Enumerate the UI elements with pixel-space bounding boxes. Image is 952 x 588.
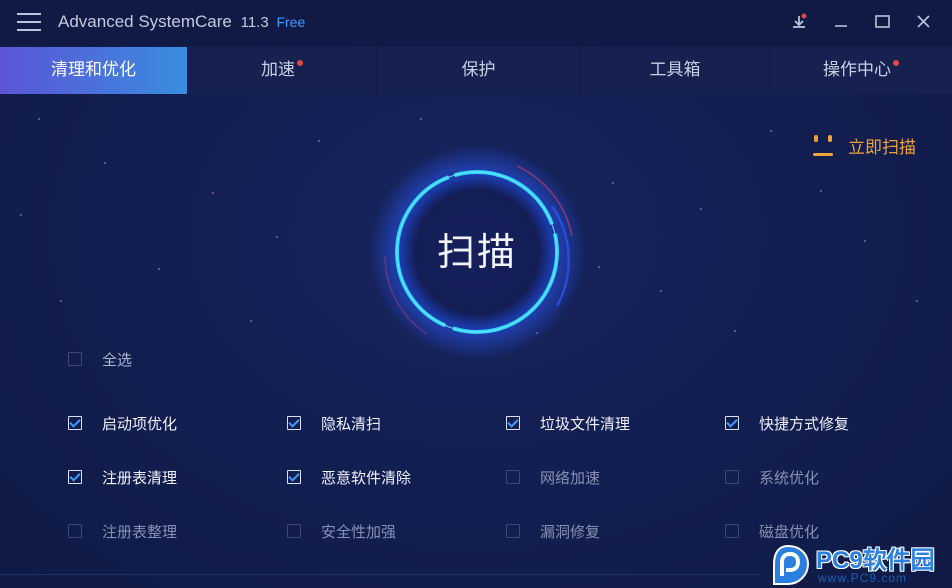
tab-clean-optimize[interactable]: 清理和优化: [0, 47, 188, 94]
app-window: Advanced SystemCare 11.3 Free 清理和优化 加速 保…: [0, 0, 952, 588]
star: [158, 268, 160, 270]
star: [318, 140, 320, 142]
star: [60, 300, 62, 302]
option-label: 网络加速: [540, 468, 601, 487]
hamburger-menu-icon[interactable]: [17, 13, 41, 31]
checkbox-box: [68, 470, 82, 484]
download-update-icon[interactable]: [786, 10, 814, 34]
smiley-face-icon: [813, 135, 833, 156]
select-all-checkbox[interactable]: 全选: [68, 348, 132, 370]
tab-label: 工具箱: [649, 60, 701, 80]
watermark: PC9软件园 www.PC9.com: [762, 538, 950, 588]
option-label: 快捷方式修复: [759, 414, 850, 433]
option-malware-removal[interactable]: 恶意软件清除: [287, 466, 411, 488]
checkbox-box: [506, 470, 520, 484]
tab-label: 加速: [261, 60, 295, 80]
checkbox-box: [725, 524, 739, 538]
star: [612, 182, 614, 184]
checkbox-box: [287, 470, 301, 484]
scan-button-label: 扫描: [436, 230, 517, 274]
option-internet-boost[interactable]: 网络加速: [506, 466, 600, 488]
checkbox-box: [287, 524, 301, 538]
tab-label: 操作中心: [823, 60, 891, 80]
option-vulnerability-fix[interactable]: 漏洞修复: [506, 520, 600, 542]
checkbox-box: [506, 524, 520, 538]
select-all-label: 全选: [102, 350, 133, 369]
star: [864, 240, 866, 242]
app-edition: Free: [276, 14, 306, 30]
star: [770, 130, 772, 132]
close-icon[interactable]: [910, 10, 938, 34]
scan-now-button[interactable]: 立即扫描: [810, 130, 916, 160]
star: [104, 162, 106, 164]
star: [420, 118, 422, 120]
option-junk-files[interactable]: 垃圾文件清理: [506, 412, 630, 434]
option-label: 系统优化: [759, 468, 820, 487]
option-label: 安全性加强: [321, 522, 397, 541]
maximize-icon[interactable]: [868, 10, 896, 34]
app-version: 11.3: [240, 14, 269, 31]
option-label: 恶意软件清除: [321, 468, 412, 487]
tab-label: 保护: [461, 60, 496, 80]
tab-toolbox[interactable]: 工具箱: [581, 47, 770, 94]
scan-button[interactable]: 扫描: [367, 144, 587, 366]
star: [276, 236, 278, 238]
star: [660, 290, 662, 292]
star: [250, 320, 252, 322]
pc9-logo-icon: [773, 544, 810, 585]
checkbox-box: [725, 470, 739, 484]
option-shortcut-fix[interactable]: 快捷方式修复: [725, 412, 849, 434]
option-privacy-sweep[interactable]: 隐私清扫: [287, 412, 381, 434]
app-title: Advanced SystemCare 11.3 Free: [58, 12, 305, 32]
tab-action-center[interactable]: 操作中心: [770, 47, 952, 94]
notification-badge: [297, 60, 303, 66]
tab-label: 清理和优化: [51, 60, 136, 80]
option-label: 启动项优化: [102, 414, 178, 433]
tab-protect[interactable]: 保护: [377, 47, 581, 94]
option-registry-defrag[interactable]: 注册表整理: [68, 520, 177, 542]
star: [734, 330, 736, 332]
tab-speed-up[interactable]: 加速: [188, 47, 377, 94]
checkbox-box: [68, 352, 82, 366]
option-label: 注册表整理: [102, 522, 178, 541]
scan-now-label: 立即扫描: [848, 137, 916, 158]
bottom-divider: [0, 574, 760, 575]
option-label: 漏洞修复: [540, 522, 601, 541]
option-startup-optimize[interactable]: 启动项优化: [68, 412, 177, 434]
star: [20, 214, 22, 216]
main-tab-bar: 清理和优化 加速 保护 工具箱 操作中心: [0, 47, 952, 94]
watermark-name: PC9软件园: [816, 547, 935, 574]
star: [212, 192, 214, 194]
option-security-reinforce[interactable]: 安全性加强: [287, 520, 396, 542]
option-system-optimize[interactable]: 系统优化: [725, 466, 819, 488]
app-name: Advanced SystemCare: [58, 12, 232, 31]
notification-badge: [893, 60, 899, 66]
star: [916, 300, 918, 302]
option-label: 垃圾文件清理: [540, 414, 631, 433]
minimize-icon[interactable]: [827, 10, 855, 34]
option-registry-clean[interactable]: 注册表清理: [68, 466, 177, 488]
option-label: 隐私清扫: [321, 414, 382, 433]
star: [700, 208, 702, 210]
checkbox-box: [68, 524, 82, 538]
star: [598, 266, 600, 268]
checkbox-box: [506, 416, 520, 430]
checkbox-box: [68, 416, 82, 430]
watermark-url: www.PC9.com: [818, 571, 908, 585]
checkbox-box: [287, 416, 301, 430]
option-label: 注册表清理: [102, 468, 178, 487]
checkbox-box: [725, 416, 739, 430]
title-bar: Advanced SystemCare 11.3 Free: [0, 0, 952, 46]
star: [820, 190, 822, 192]
star: [38, 118, 40, 120]
